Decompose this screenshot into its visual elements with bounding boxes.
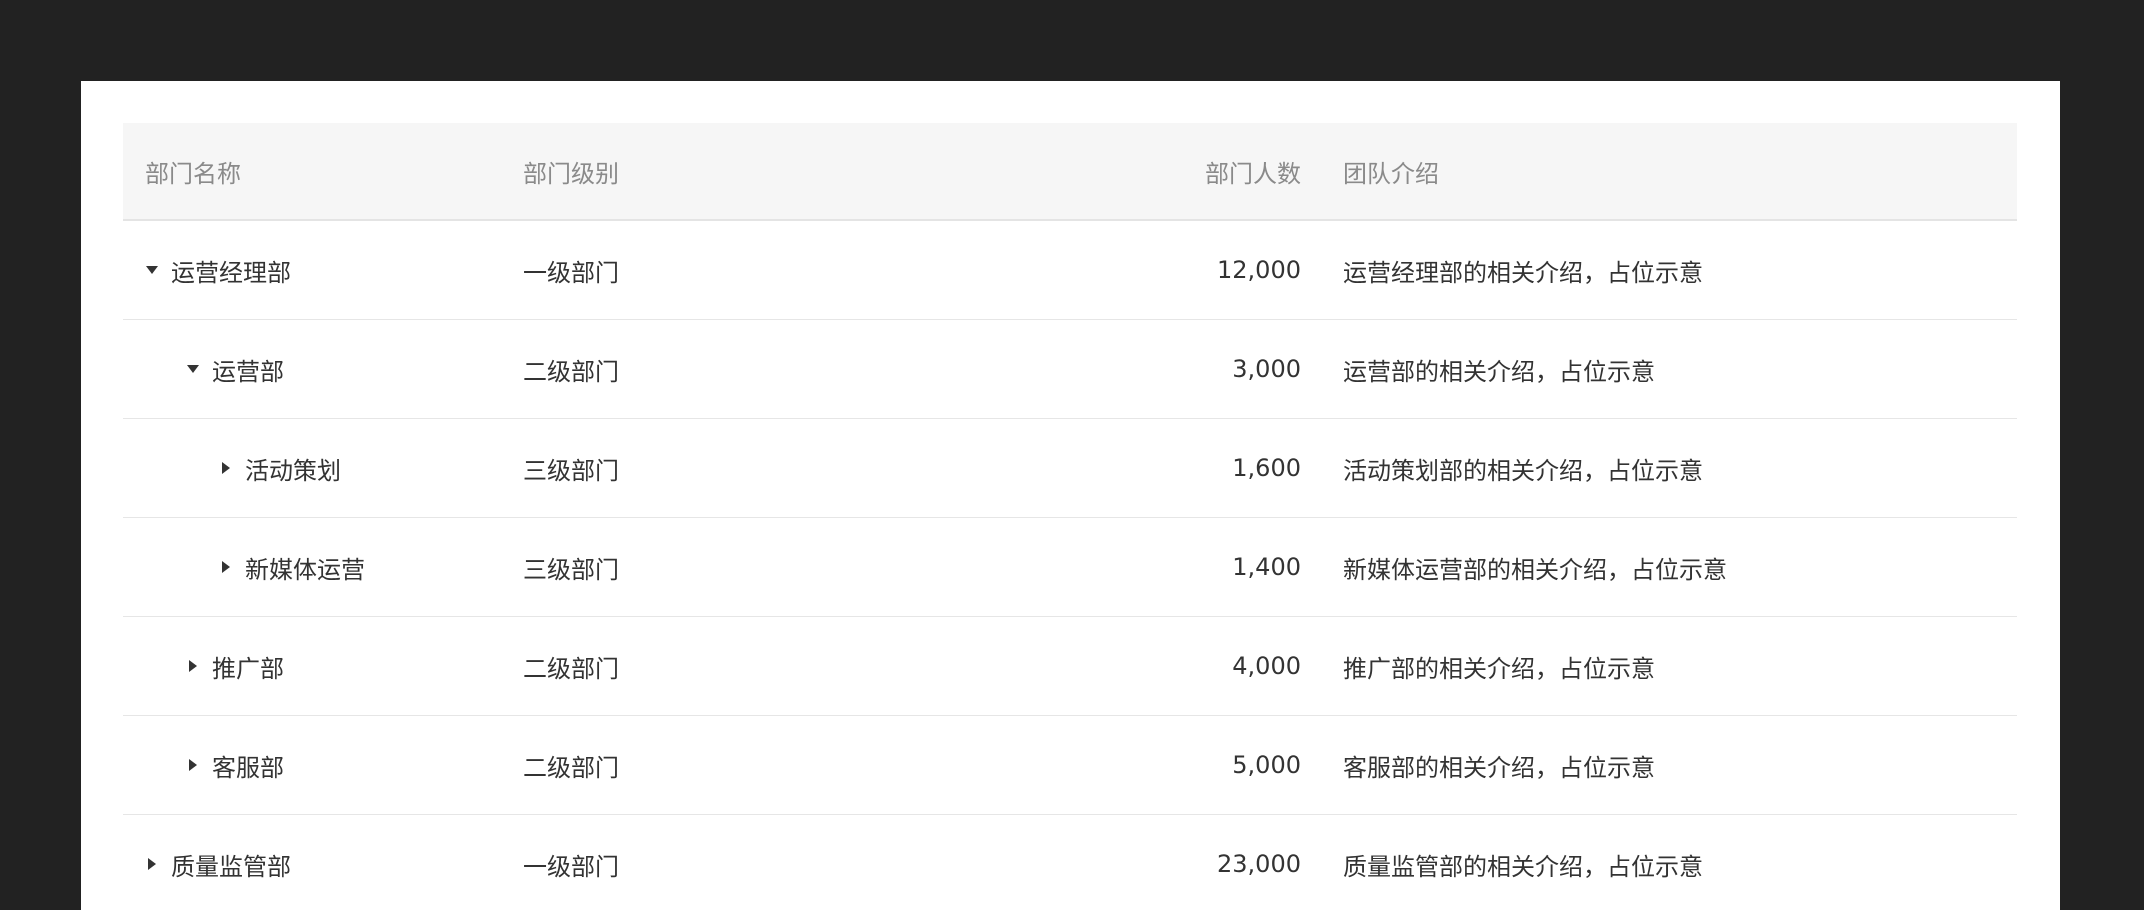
cell-team-intro: 新媒体运营部的相关介绍，占位示意: [1343, 555, 1727, 584]
tree-node: 新媒体运营: [219, 550, 365, 585]
cell-dept-name: 新媒体运营: [219, 518, 569, 616]
tree-node: 质量监管部: [145, 847, 291, 882]
table-card: 部门名称 部门级别 部门人数 团队介绍 运营经理部 一级部门 12,000 运营经理部…: [81, 81, 2060, 910]
department-tree-table: 部门名称 部门级别 部门人数 团队介绍 运营经理部 一级部门 12,000 运营经理部…: [123, 123, 2017, 910]
dept-name-label: 质量监管部: [171, 852, 291, 881]
table-header: 部门名称 部门级别 部门人数 团队介绍: [123, 123, 2017, 221]
cell-dept-name: 活动策划: [219, 419, 569, 517]
header-team-intro: 团队介绍: [1343, 159, 1439, 188]
cell-dept-level: 一级部门: [523, 258, 619, 287]
table-body: 运营经理部 一级部门 12,000 运营经理部的相关介绍，占位示意 运营部 二级部门 3,0…: [123, 221, 2017, 910]
cell-dept-level: 三级部门: [523, 555, 619, 584]
cell-team-intro: 质量监管部的相关介绍，占位示意: [1343, 852, 1703, 881]
tree-node: 运营部: [186, 352, 284, 387]
cell-dept-level: 三级部门: [523, 456, 619, 485]
cell-team-intro: 运营部的相关介绍，占位示意: [1343, 357, 1655, 386]
cell-dept-count: 3,000: [1232, 355, 1301, 383]
caret-down-icon[interactable]: [145, 263, 159, 277]
table-row[interactable]: 运营经理部 一级部门 12,000 运营经理部的相关介绍，占位示意: [123, 221, 2017, 320]
dept-name-label: 推广部: [212, 654, 284, 683]
dept-name-label: 运营经理部: [171, 258, 291, 287]
cell-dept-level: 二级部门: [523, 654, 619, 683]
cell-dept-name: 运营经理部: [145, 221, 495, 319]
cell-dept-name: 推广部: [186, 617, 536, 715]
cell-dept-count: 23,000: [1217, 850, 1301, 878]
caret-right-icon[interactable]: [186, 659, 200, 673]
caret-right-icon[interactable]: [186, 758, 200, 772]
cell-dept-name: 客服部: [186, 716, 536, 814]
tree-node: 运营经理部: [145, 253, 291, 288]
cell-dept-level: 一级部门: [523, 852, 619, 881]
cell-dept-name: 质量监管部: [145, 815, 495, 910]
tree-node: 活动策划: [219, 451, 341, 486]
cell-team-intro: 推广部的相关介绍，占位示意: [1343, 654, 1655, 683]
table-row[interactable]: 客服部 二级部门 5,000 客服部的相关介绍，占位示意: [123, 716, 2017, 815]
cell-dept-count: 12,000: [1217, 256, 1301, 284]
caret-right-icon[interactable]: [219, 461, 233, 475]
dept-name-label: 客服部: [212, 753, 284, 782]
table-row[interactable]: 活动策划 三级部门 1,600 活动策划部的相关介绍，占位示意: [123, 419, 2017, 518]
cell-dept-name: 运营部: [186, 320, 536, 418]
header-dept-level: 部门级别: [523, 159, 619, 188]
tree-node: 推广部: [186, 649, 284, 684]
header-dept-count: 部门人数: [1205, 159, 1301, 188]
header-dept-name: 部门名称: [145, 159, 241, 188]
dept-name-label: 活动策划: [245, 456, 341, 485]
table-row[interactable]: 推广部 二级部门 4,000 推广部的相关介绍，占位示意: [123, 617, 2017, 716]
table-row[interactable]: 质量监管部 一级部门 23,000 质量监管部的相关介绍，占位示意: [123, 815, 2017, 910]
caret-right-icon[interactable]: [145, 857, 159, 871]
caret-down-icon[interactable]: [186, 362, 200, 376]
cell-dept-level: 二级部门: [523, 357, 619, 386]
cell-dept-count: 1,600: [1232, 454, 1301, 482]
cell-dept-count: 5,000: [1232, 751, 1301, 779]
dept-name-label: 运营部: [212, 357, 284, 386]
caret-right-icon[interactable]: [219, 560, 233, 574]
table-row[interactable]: 新媒体运营 三级部门 1,400 新媒体运营部的相关介绍，占位示意: [123, 518, 2017, 617]
tree-node: 客服部: [186, 748, 284, 783]
cell-dept-level: 二级部门: [523, 753, 619, 782]
cell-team-intro: 运营经理部的相关介绍，占位示意: [1343, 258, 1703, 287]
table-row[interactable]: 运营部 二级部门 3,000 运营部的相关介绍，占位示意: [123, 320, 2017, 419]
cell-dept-count: 1,400: [1232, 553, 1301, 581]
cell-dept-count: 4,000: [1232, 652, 1301, 680]
dept-name-label: 新媒体运营: [245, 555, 365, 584]
cell-team-intro: 活动策划部的相关介绍，占位示意: [1343, 456, 1703, 485]
cell-team-intro: 客服部的相关介绍，占位示意: [1343, 753, 1655, 782]
